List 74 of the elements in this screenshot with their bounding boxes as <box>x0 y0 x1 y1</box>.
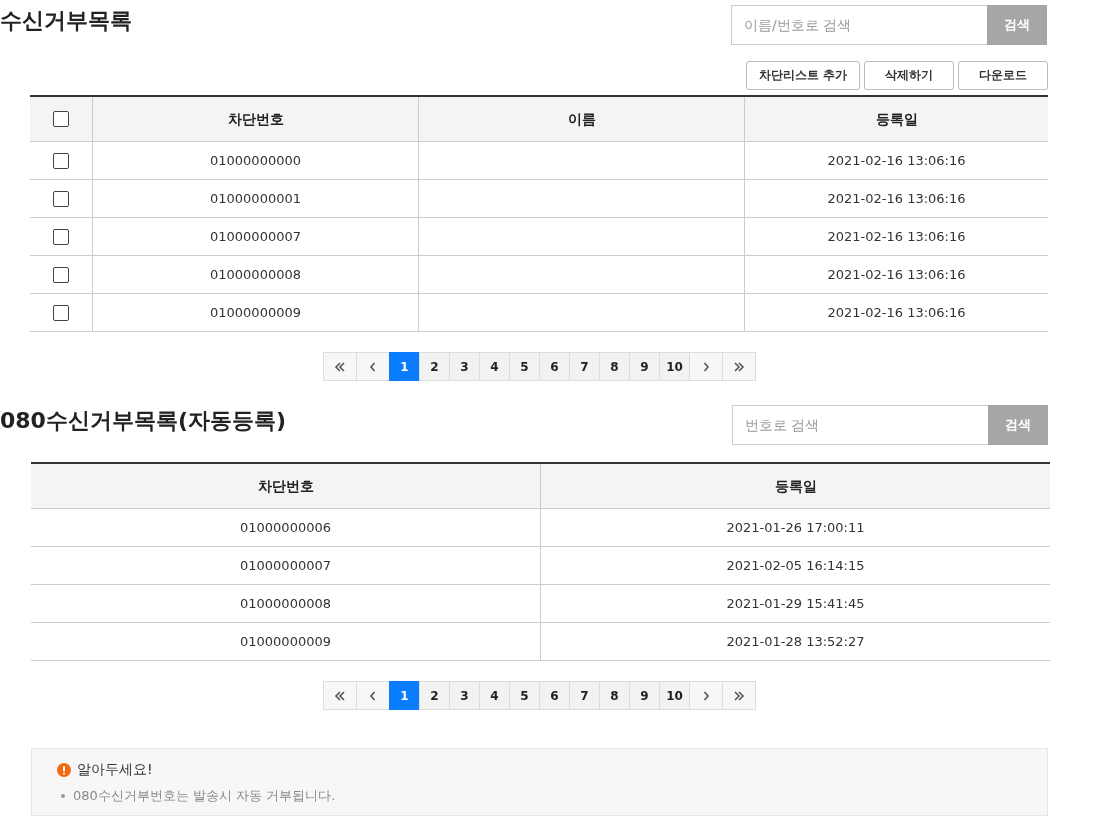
table-cell: 01000000007 <box>92 217 419 256</box>
page-button[interactable]: 9 <box>629 352 660 381</box>
table-cell: 2021-02-05 16:14:15 <box>540 546 1050 585</box>
page-button[interactable]: 5 <box>509 352 540 381</box>
table-cell: 01000000001 <box>92 179 419 218</box>
page-button[interactable]: 4 <box>479 352 510 381</box>
table-cell: 2021-01-28 13:52:27 <box>540 622 1050 661</box>
page-button[interactable]: 8 <box>599 681 630 710</box>
row-checkbox[interactable] <box>53 190 69 207</box>
table-cell: 01000000009 <box>92 293 419 332</box>
table-cell: 2021-01-26 17:00:11 <box>540 508 1050 547</box>
table-cell: 2021-01-29 15:41:45 <box>540 584 1050 623</box>
last-page-button[interactable] <box>722 352 756 381</box>
previous-page-button[interactable] <box>356 352 390 381</box>
warning-icon <box>57 763 71 777</box>
page-button[interactable]: 10 <box>659 681 690 710</box>
page-button[interactable]: 2 <box>419 681 450 710</box>
last-page-button[interactable] <box>722 681 756 710</box>
column-header: 차단번호 <box>31 463 541 509</box>
notice-text: 080수신거부번호는 발송시 자동 거부됩니다. <box>73 787 336 805</box>
page-button[interactable]: 9 <box>629 681 660 710</box>
column-header: 차단번호 <box>92 96 419 142</box>
double-chevron-left-icon <box>334 690 346 701</box>
table-cell: 01000000009 <box>31 622 541 661</box>
double-chevron-right-icon <box>733 361 745 372</box>
action-button[interactable]: 다운로드 <box>958 61 1048 90</box>
column-header: 이름 <box>418 96 745 142</box>
table-cell: 01000000007 <box>31 546 541 585</box>
page-button[interactable]: 6 <box>539 681 570 710</box>
action-button[interactable]: 차단리스트 추가 <box>745 61 860 90</box>
double-chevron-right-icon <box>733 690 745 701</box>
page-button[interactable]: 3 <box>449 352 480 381</box>
row-checkbox[interactable] <box>53 152 69 169</box>
row-checkbox[interactable] <box>53 266 69 283</box>
row-checkbox[interactable] <box>53 228 69 245</box>
bullet-icon <box>61 794 65 798</box>
table-cell: 01000000008 <box>92 255 419 294</box>
page-button[interactable]: 2 <box>419 352 450 381</box>
column-header: 등록일 <box>744 96 1048 142</box>
first-page-button[interactable] <box>323 681 357 710</box>
page-button[interactable]: 3 <box>449 681 480 710</box>
table-cell: 2021-02-16 13:06:16 <box>744 141 1048 180</box>
select-all-checkbox[interactable] <box>53 111 69 127</box>
table-cell: 01000000006 <box>31 508 541 547</box>
page-button[interactable]: 10 <box>659 352 690 381</box>
search-field[interactable]: 이름/번호로 검색 <box>731 5 987 45</box>
row-checkbox[interactable] <box>53 304 69 321</box>
column-header: 등록일 <box>540 463 1050 509</box>
page-button[interactable]: 4 <box>479 681 510 710</box>
search-field[interactable]: 번호로 검색 <box>732 405 988 445</box>
table-cell: 01000000008 <box>31 584 541 623</box>
page-button[interactable]: 5 <box>509 681 540 710</box>
double-chevron-left-icon <box>334 361 346 372</box>
chevron-left-icon <box>369 690 377 701</box>
previous-page-button[interactable] <box>356 681 390 710</box>
page-button[interactable]: 7 <box>569 352 600 381</box>
page-button[interactable]: 6 <box>539 352 570 381</box>
section-title: 수신거부목록 <box>0 7 132 35</box>
table-cell: 2021-02-16 13:06:16 <box>744 179 1048 218</box>
table-cell: 2021-02-16 13:06:16 <box>744 293 1048 332</box>
table-cell: 2021-02-16 13:06:16 <box>744 217 1048 256</box>
chevron-right-icon <box>702 690 710 701</box>
chevron-left-icon <box>369 361 377 372</box>
page-button[interactable]: 7 <box>569 681 600 710</box>
chevron-right-icon <box>702 361 710 372</box>
action-button[interactable]: 삭제하기 <box>864 61 954 90</box>
notice-title: 알아두세요! <box>77 761 153 779</box>
section-title: 080수신거부목록(자동등록) <box>0 407 287 435</box>
first-page-button[interactable] <box>323 352 357 381</box>
page-button[interactable]: 8 <box>599 352 630 381</box>
page-button[interactable]: 1 <box>389 352 420 381</box>
table-cell: 01000000000 <box>92 141 419 180</box>
table-cell: 2021-02-16 13:06:16 <box>744 255 1048 294</box>
page-button[interactable]: 1 <box>389 681 420 710</box>
